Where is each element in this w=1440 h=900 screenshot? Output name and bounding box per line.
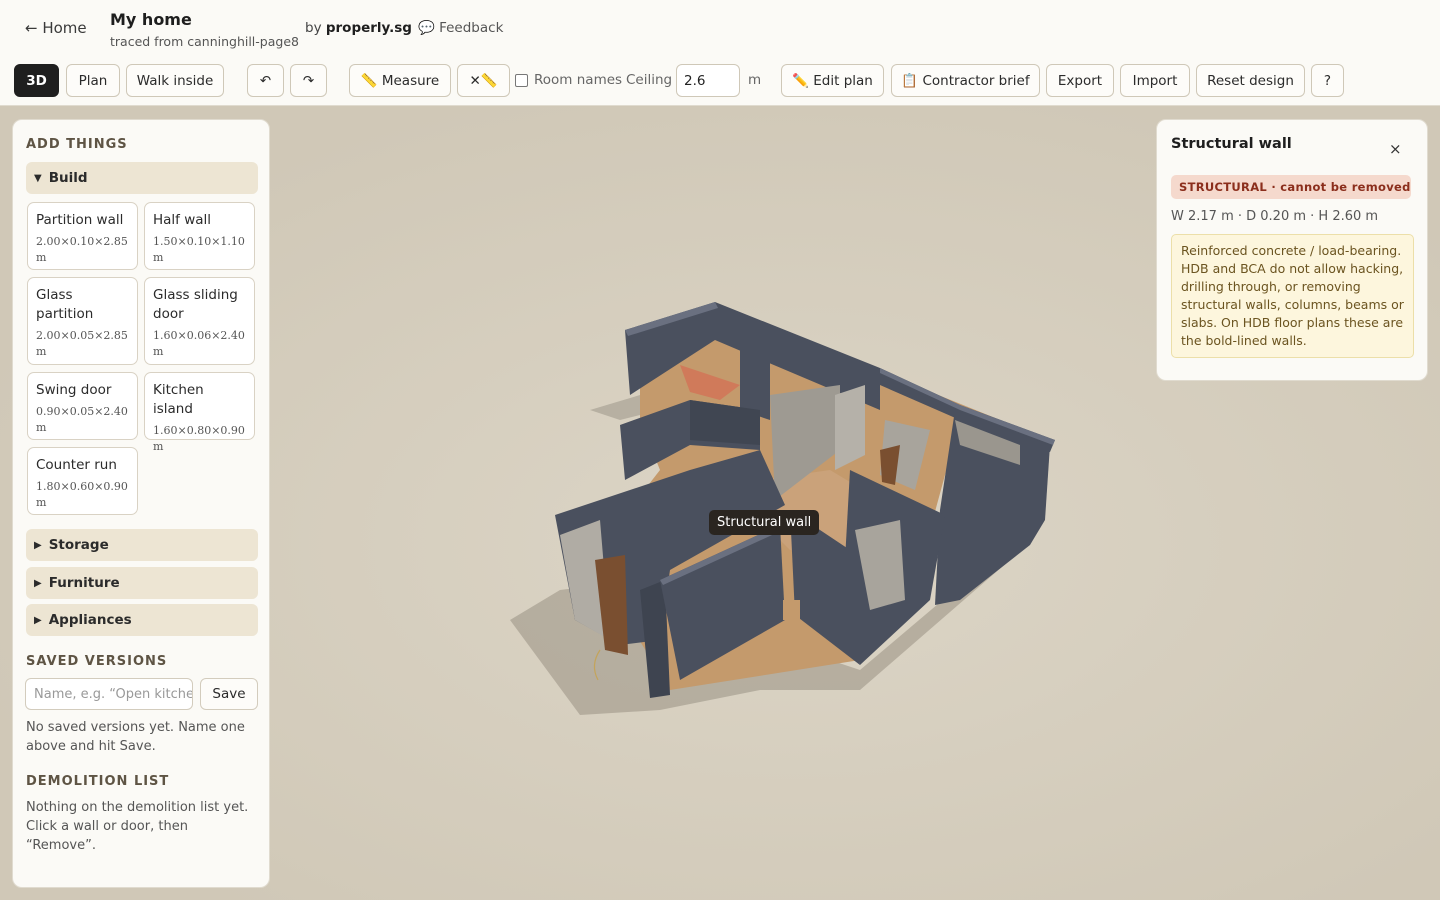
edit-plan-button[interactable]: ✏️ Edit plan [781, 64, 884, 97]
item-dimensions: 1.80×0.60×0.90 m [36, 480, 128, 509]
item-swing-door[interactable]: Swing door 0.90×0.05×2.40 m [27, 372, 138, 440]
import-button[interactable]: Import [1120, 64, 1190, 97]
item-name: Glass sliding door [153, 287, 238, 322]
item-glass-sliding-door[interactable]: Glass sliding door 1.60×0.06×2.40 m [144, 277, 255, 365]
collapsed-triangle-icon: ▶ [34, 539, 42, 551]
item-half-wall[interactable]: Half wall 1.50×0.10×1.10 m [144, 202, 255, 270]
group-storage[interactable]: ▶ Storage [26, 529, 258, 561]
redo-button[interactable]: ↷ [290, 64, 327, 97]
item-partition-wall[interactable]: Partition wall 2.00×0.10×2.85 m [27, 202, 138, 270]
hover-tooltip: Structural wall [709, 510, 820, 535]
clear-measure-button[interactable]: ✕📏 [457, 64, 510, 97]
byline-prefix: by [305, 20, 322, 36]
demolition-list-heading: DEMOLITION LIST [26, 774, 170, 789]
item-dimensions: 2.00×0.10×2.85 m [36, 235, 128, 264]
ceiling-height-input[interactable]: 2.6 [676, 64, 740, 97]
item-kitchen-island[interactable]: Kitchen island 1.60×0.80×0.90 m [144, 372, 255, 453]
group-build[interactable]: ▼ Build [26, 162, 258, 194]
item-name: Glass partition [36, 287, 94, 322]
save-version-button[interactable]: Save [200, 678, 258, 710]
reset-design-button[interactable]: Reset design [1196, 64, 1305, 97]
item-dimensions: 1.60×0.80×0.90 m [153, 424, 245, 453]
group-furniture[interactable]: ▶ Furniture [26, 567, 258, 599]
item-counter-run[interactable]: Counter run 1.80×0.60×0.90 m [27, 447, 138, 515]
item-name: Half wall [153, 212, 212, 228]
group-furniture-label: Furniture [48, 575, 120, 591]
collapsed-triangle-icon: ▶ [34, 614, 42, 626]
saved-versions-heading: SAVED VERSIONS [26, 654, 168, 669]
byline: by properly.sg [305, 20, 412, 36]
item-name: Kitchen island [153, 382, 204, 417]
walk-inside-button[interactable]: Walk inside [126, 64, 224, 97]
item-name: Swing door [36, 382, 112, 398]
top-bar: ← Home My home traced from canninghill-p… [0, 0, 1440, 106]
structural-wall[interactable] [740, 330, 770, 420]
project-title: My home [110, 10, 192, 29]
saved-versions-empty: No saved versions yet. Name one above an… [26, 720, 245, 754]
home-link[interactable]: ← Home [25, 19, 87, 37]
floor-gap [783, 600, 800, 620]
add-things-panel: ADD THINGS ▼ Build Partition wall 2.00×0… [12, 119, 270, 888]
add-things-heading: ADD THINGS [26, 137, 128, 152]
item-dimensions: 1.60×0.06×2.40 m [153, 329, 245, 358]
help-button[interactable]: ? [1311, 64, 1344, 97]
structural-badge: STRUCTURAL · cannot be removed [1171, 175, 1411, 199]
view-plan-button[interactable]: Plan [66, 64, 120, 97]
ceiling-label: Ceiling [626, 72, 673, 88]
item-dimensions: 0.90×0.05×2.40 m [36, 405, 128, 434]
project-subtitle: traced from canninghill-page8 [110, 34, 299, 49]
element-dimensions: W 2.17 m · D 0.20 m · H 2.60 m [1171, 209, 1379, 224]
room-names-label: Room names [534, 72, 623, 88]
item-glass-partition[interactable]: Glass partition 2.00×0.05×2.85 m [27, 277, 138, 365]
group-build-label: Build [48, 170, 88, 186]
group-appliances[interactable]: ▶ Appliances [26, 604, 258, 636]
item-name: Counter run [36, 457, 117, 473]
collapsed-triangle-icon: ▶ [34, 577, 42, 589]
export-button[interactable]: Export [1046, 64, 1114, 97]
structural-warning-note: Reinforced concrete / load-bearing. HDB … [1171, 234, 1414, 358]
view-3d-button[interactable]: 3D [14, 64, 59, 97]
version-name-input[interactable]: Name, e.g. “Open kitchen” [25, 678, 193, 710]
item-dimensions: 2.00×0.05×2.85 m [36, 329, 128, 358]
partition-wall[interactable] [835, 385, 865, 470]
group-appliances-label: Appliances [48, 612, 132, 628]
inspector-panel: Structural wall × STRUCTURAL · cannot be… [1156, 119, 1428, 381]
inspector-title: Structural wall [1171, 136, 1292, 152]
room-names-checkbox[interactable] [515, 73, 528, 87]
demolition-list-empty: Nothing on the demolition list yet. Clic… [26, 800, 249, 853]
title-block: My home traced from canninghill-page8 [110, 10, 299, 49]
undo-button[interactable]: ↶ [247, 64, 284, 97]
contractor-brief-button[interactable]: 📋 Contractor brief [891, 64, 1040, 97]
measure-button[interactable]: 📏 Measure [349, 64, 451, 97]
close-icon[interactable]: × [1389, 140, 1402, 158]
room-names-toggle[interactable]: Room names [515, 72, 622, 88]
ceiling-unit: m [748, 72, 762, 88]
expanded-triangle-icon: ▼ [34, 172, 42, 184]
group-storage-label: Storage [48, 537, 109, 553]
item-name: Partition wall [36, 212, 124, 228]
brand-name: properly.sg [325, 20, 412, 36]
item-dimensions: 1.50×0.10×1.10 m [153, 235, 245, 264]
feedback-link[interactable]: 💬 Feedback [418, 20, 503, 36]
